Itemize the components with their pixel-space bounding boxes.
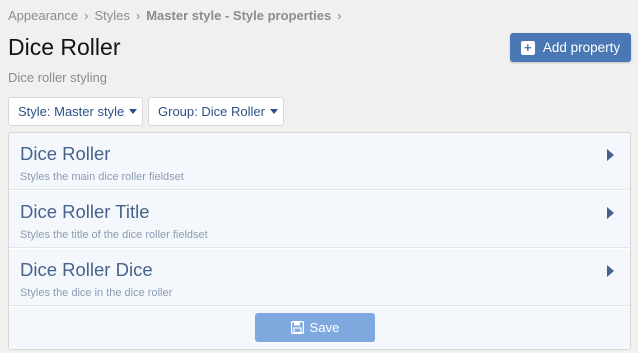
panel-footer: Save <box>9 307 630 349</box>
property-title: Dice Roller Dice <box>20 259 153 280</box>
save-label: Save <box>309 320 340 335</box>
group-filter-dropdown[interactable]: Group: Dice Roller <box>148 97 284 126</box>
add-property-label: Add property <box>542 40 621 55</box>
caret-right-icon <box>607 207 614 219</box>
caret-right-icon <box>607 149 614 161</box>
property-title: Dice Roller <box>20 143 111 164</box>
property-description: Styles the title of the dice roller fiel… <box>20 229 208 241</box>
breadcrumb-styles[interactable]: Styles <box>94 8 129 23</box>
chevron-right-icon: › <box>84 8 89 23</box>
save-button[interactable]: Save <box>255 313 375 342</box>
breadcrumb: Appearance › Styles › Master style - Sty… <box>8 8 348 23</box>
property-description: Styles the main dice roller fieldset <box>20 171 184 183</box>
page-description: Dice roller styling <box>8 70 107 85</box>
caret-down-icon <box>269 109 278 114</box>
property-title: Dice Roller Title <box>20 201 150 222</box>
page-title: Dice Roller <box>8 34 121 60</box>
property-row-dice-roller-title[interactable]: Dice Roller Title Styles the title of th… <box>9 191 630 248</box>
chevron-right-icon: › <box>337 8 342 23</box>
property-description: Styles the dice in the dice roller <box>20 287 173 299</box>
style-filter-label: Style: Master style <box>18 104 125 119</box>
group-filter-label: Group: Dice Roller <box>158 104 265 119</box>
add-property-button[interactable]: + Add property <box>510 33 631 62</box>
property-row-dice-roller[interactable]: Dice Roller Styles the main dice roller … <box>9 133 630 190</box>
caret-right-icon <box>607 265 614 277</box>
breadcrumb-appearance[interactable]: Appearance <box>8 8 78 23</box>
plus-square-icon: + <box>520 40 535 55</box>
property-row-dice-roller-dice[interactable]: Dice Roller Dice Styles the dice in the … <box>9 249 630 306</box>
style-filter-dropdown[interactable]: Style: Master style <box>8 97 143 126</box>
floppy-disk-icon <box>290 321 304 334</box>
breadcrumb-master-style[interactable]: Master style - Style properties <box>146 8 331 23</box>
chevron-right-icon: › <box>135 8 141 23</box>
property-list-panel: Dice Roller Styles the main dice roller … <box>8 132 631 350</box>
caret-down-icon <box>129 109 138 114</box>
